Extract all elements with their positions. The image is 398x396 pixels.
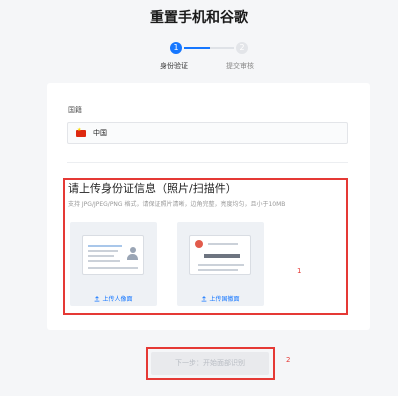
upload-hint: 支持 JPG/JPEG/PNG 格式，请保证照片清晰，边角完整，亮度均匀，且小于… [68, 201, 286, 208]
page-title: 重置手机和谷歌 [150, 10, 248, 26]
country-select[interactable]: 中国 [67, 122, 348, 144]
step-1-indicator: 1 [170, 42, 182, 54]
stepper: 1 2 身份验证 提交审核 [0, 42, 398, 72]
card-title-bar [204, 254, 240, 258]
id-card-front-icon [82, 235, 144, 275]
upload-back-label: 上传国徽面 [209, 296, 240, 303]
upload-back-button[interactable]: 上传国徽面 [177, 294, 264, 303]
id-card-back-icon [189, 235, 251, 275]
upload-front-label: 上传人像面 [102, 296, 133, 303]
step-2-indicator: 2 [236, 42, 248, 54]
national-emblem-icon [195, 240, 203, 248]
step-2-label: 提交审核 [226, 62, 254, 70]
upload-icon [95, 296, 100, 302]
upload-front-slot[interactable]: 上传人像面 [70, 222, 157, 306]
upload-back-slot[interactable]: 上传国徽面 [177, 222, 264, 306]
annotation-marker-2: 2 [286, 356, 291, 364]
step-remaining-line [210, 47, 234, 49]
china-flag-icon [76, 127, 86, 137]
upload-section-title: 请上传身份证信息（照片/扫描件） [68, 182, 237, 195]
portrait-icon [127, 247, 138, 261]
country-label: 国籍 [68, 106, 82, 114]
next-step-button[interactable]: 下一步：开始面部识别 [151, 352, 269, 375]
annotation-marker-1: 1 [297, 267, 302, 275]
step-progress-line [184, 47, 210, 49]
upload-front-button[interactable]: 上传人像面 [70, 294, 157, 303]
country-value: 中国 [93, 129, 107, 137]
step-1-label: 身份验证 [160, 62, 188, 70]
divider [67, 162, 348, 163]
upload-icon [202, 296, 207, 302]
